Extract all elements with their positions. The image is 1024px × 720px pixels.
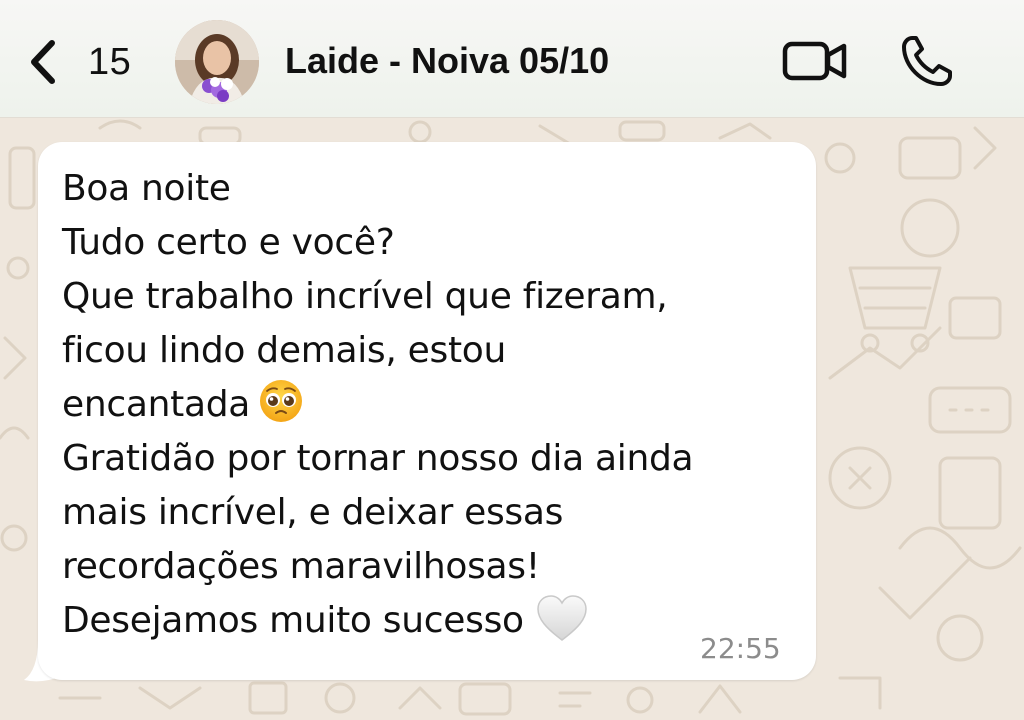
- unread-count: 15: [88, 40, 132, 83]
- message-line: Gratidão por tornar nosso dia ainda: [62, 438, 694, 479]
- message-line-with-emoji: Desejamos muito sucesso: [62, 594, 802, 648]
- message-line: Boa noite: [62, 168, 231, 209]
- message-line: Desejamos muito sucesso: [62, 600, 524, 641]
- message-line: encantada: [62, 384, 251, 425]
- voice-call-button[interactable]: [900, 34, 954, 88]
- message-timestamp: 22:55: [700, 632, 781, 665]
- message-line: Tudo certo e você?: [62, 222, 395, 263]
- white-heart-emoji: [537, 595, 587, 641]
- message-line: recordações maravilhosas!: [62, 546, 540, 587]
- message-line: Que trabalho incrível que fizeram,: [62, 276, 668, 317]
- message-line: ficou lindo demais, estou: [62, 330, 507, 371]
- chevron-left-icon: [31, 40, 55, 84]
- avatar[interactable]: [175, 20, 259, 104]
- pleading-face-emoji: [260, 380, 303, 422]
- message-line-with-emoji: encantada: [62, 378, 802, 432]
- message-text: Boa noite Tudo certo e você? Que trabalh…: [62, 162, 802, 648]
- video-call-button[interactable]: [782, 38, 848, 84]
- contact-name[interactable]: Laide - Noiva 05/10: [285, 40, 609, 82]
- message-line: mais incrível, e deixar essas: [62, 492, 564, 533]
- video-camera-icon: [782, 41, 847, 81]
- back-button[interactable]: 15: [22, 30, 152, 94]
- phone-icon: [902, 36, 952, 86]
- chat-header: 15 Laide - Noiva 05/10: [0, 0, 1024, 118]
